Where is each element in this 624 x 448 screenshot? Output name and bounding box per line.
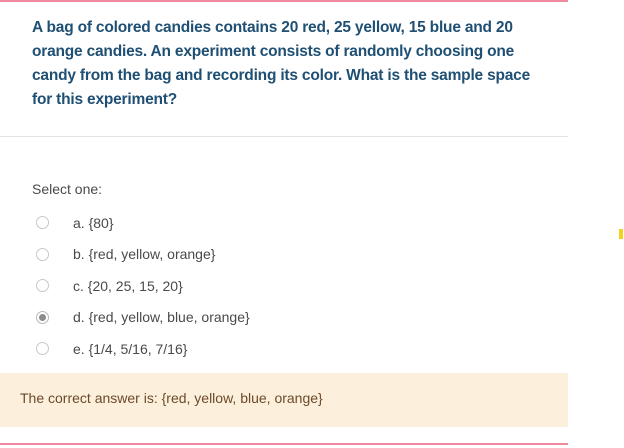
select-one-prompt: Select one: — [32, 181, 103, 197]
answer-option-label: c. {20, 25, 15, 20} — [73, 277, 183, 294]
answer-option-a[interactable]: a. {80} — [36, 207, 536, 239]
radio-button[interactable] — [36, 279, 49, 293]
correct-answer-text: The correct answer is: {red, yellow, blu… — [20, 390, 323, 406]
answer-option-label: d. {red, yellow, blue, orange} — [73, 309, 250, 326]
top-accent-rule — [0, 0, 568, 2]
answer-option-label: b. {red, yellow, orange} — [73, 246, 216, 263]
feedback-panel: The correct answer is: {red, yellow, blu… — [0, 373, 568, 427]
question-card: A bag of colored candies contains 20 red… — [0, 0, 568, 446]
answer-option-e[interactable]: e. {1/4, 5/16, 7/16} — [36, 333, 536, 365]
quiz-page: A bag of colored candies contains 20 red… — [0, 0, 624, 448]
answer-option-d[interactable]: d. {red, yellow, blue, orange} — [36, 302, 536, 334]
answer-option-b[interactable]: b. {red, yellow, orange} — [36, 239, 536, 271]
radio-button[interactable] — [36, 310, 49, 324]
question-divider — [0, 136, 568, 137]
answer-option-c[interactable]: c. {20, 25, 15, 20} — [36, 270, 536, 302]
answer-option-label: a. {80} — [73, 214, 114, 231]
radio-button[interactable] — [36, 342, 49, 356]
answer-options: a. {80} b. {red, yellow, orange} c. {20,… — [36, 207, 536, 365]
bottom-accent-rule — [0, 443, 568, 445]
question-text: A bag of colored candies contains 20 red… — [32, 19, 531, 108]
side-marker — [619, 229, 623, 239]
answer-option-label: e. {1/4, 5/16, 7/16} — [73, 340, 188, 357]
radio-button[interactable] — [36, 247, 49, 261]
radio-button[interactable] — [36, 216, 49, 230]
